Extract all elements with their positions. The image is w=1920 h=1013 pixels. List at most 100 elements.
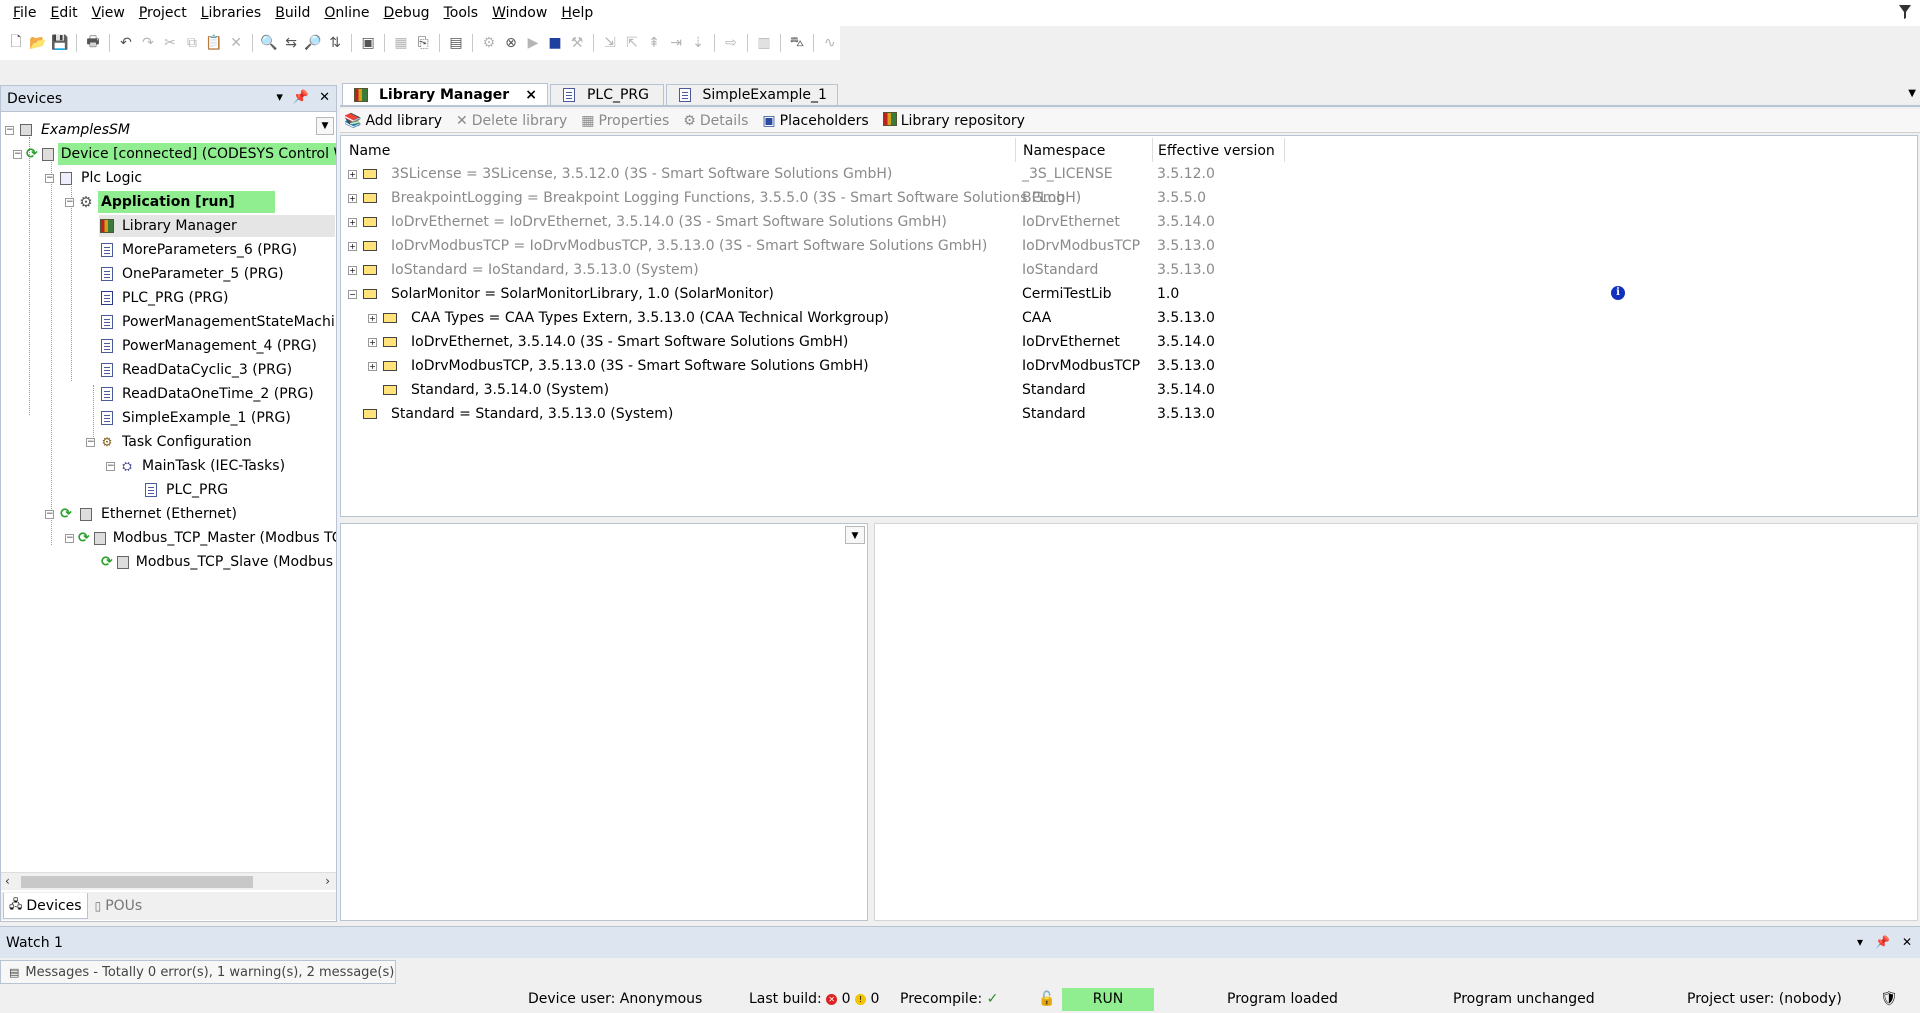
collapse-icon[interactable]: − [65,533,74,543]
copy-icon[interactable]: ⧉ [182,32,202,54]
undo-icon[interactable]: ↶ [116,32,136,54]
tab-pous[interactable]: ▯ POUs [90,896,148,916]
expand-icon[interactable]: + [348,218,357,227]
expand-icon[interactable]: + [368,338,377,347]
menu-view[interactable]: View [85,0,132,26]
login-icon[interactable]: ⚙ [479,32,499,54]
tree-item-pou[interactable]: PowerManagementStateMachine_7 [99,311,336,333]
library-row[interactable]: + IoDrvModbusTCP, 3.5.13.0 (3S - Smart S… [341,354,1917,378]
write-values-icon[interactable]: ▥ [754,32,774,54]
force-values-icon[interactable]: ⛍ [787,32,807,54]
tab-simple-example[interactable]: SimpleExample_1 [665,84,838,105]
library-row[interactable]: + CAA Types = CAA Types Extern, 3.5.13.0… [341,306,1917,330]
save-icon[interactable]: 💾 [50,32,70,54]
delete-library-button[interactable]: ✕ Delete library [456,113,567,129]
placeholders-button[interactable]: ▣ Placeholders [762,113,868,129]
library-row[interactable]: − SolarMonitor = SolarMonitorLibrary, 1.… [341,282,1917,306]
menu-window[interactable]: Window [485,0,554,26]
menu-project[interactable]: Project [132,0,194,26]
tabs-dropdown-icon[interactable]: ▼ [1908,88,1916,99]
open-project-icon[interactable]: 📂 [28,32,48,54]
library-row[interactable]: + IoDrvEthernet, 3.5.14.0 (3S - Smart So… [341,330,1917,354]
tab-plc-prg[interactable]: PLC_PRG [549,84,664,105]
step-into-icon[interactable]: ⇱ [622,32,642,54]
tree-item-task-call[interactable]: PLC_PRG [143,479,231,501]
menu-file[interactable]: File [6,0,43,26]
collapse-icon[interactable]: − [45,173,54,183]
library-row[interactable]: Standard, 3.5.14.0 (System) Standard 3.5… [341,378,1917,402]
grid-icon[interactable]: ▦ [391,32,411,54]
tree-item-modbus-master[interactable]: − ⟳ Modbus_TCP_Master (Modbus TCP [65,527,336,549]
scrollbar-thumb[interactable] [21,876,253,888]
column-header-effective-version[interactable]: Effective version [1158,140,1275,162]
watch-panel-title[interactable]: Watch 1 [6,935,63,951]
tree-item-pou[interactable]: PowerManagement_4 (PRG) [99,335,320,357]
column-separator[interactable] [1284,138,1285,162]
scroll-left-icon[interactable]: ‹ [5,874,10,888]
tree-item-pou[interactable]: MoreParameters_6 (PRG) [99,239,300,261]
library-repository-button[interactable]: Library repository [882,111,1025,130]
expand-icon[interactable]: + [368,362,377,371]
window-icon[interactable]: ▣ [358,32,378,54]
close-icon[interactable]: ✕ [319,90,330,105]
tree-item-pou[interactable]: OneParameter_5 (PRG) [99,263,287,285]
menu-debug[interactable]: Debug [377,0,437,26]
tree-item-pou[interactable]: PLC_PRG (PRG) [99,287,231,309]
tree-item-pou[interactable]: SimpleExample_1 (PRG) [99,407,294,429]
logout-icon[interactable]: ⊗ [501,32,521,54]
insert-icon[interactable]: ⎘ [413,32,433,54]
expand-icon[interactable]: + [348,242,357,251]
expand-icon[interactable]: + [348,194,357,203]
redo-icon[interactable]: ↷ [138,32,158,54]
tree-item-modbus-slave[interactable]: ⟳ Modbus_TCP_Slave (Modbus TC [101,551,336,573]
print-icon[interactable]: 🖶 [83,32,103,54]
add-library-button[interactable]: 📚 Add library [344,113,442,129]
tree-item-device[interactable]: − ⟳ Device [connected] (CODESYS Control … [13,143,336,165]
reset-icon[interactable]: ⚒ [567,32,587,54]
collapse-icon[interactable]: − [106,461,115,471]
horizontal-scrollbar[interactable]: ‹ › [1,872,336,890]
pin-icon[interactable]: 📌 [1875,935,1890,949]
menu-build[interactable]: Build [268,0,317,26]
expand-icon[interactable]: + [348,266,357,275]
tab-library-manager[interactable]: Library Manager × [342,83,548,105]
menu-tools[interactable]: Tools [437,0,486,26]
tree-item-plc-logic[interactable]: − Plc Logic [45,167,145,189]
replace-icon[interactable]: ⇆ [281,32,301,54]
collapse-icon[interactable]: − [86,437,95,447]
column-separator[interactable] [1152,138,1153,162]
find-previous-icon[interactable]: ⇅ [325,32,345,54]
collapse-icon[interactable]: − [348,290,357,299]
properties-button[interactable]: ▦ Properties [581,113,669,129]
lock-icon[interactable]: 🔓 [1038,986,1055,1013]
library-row[interactable]: + IoStandard = IoStandard, 3.5.13.0 (Sys… [341,258,1917,282]
library-row[interactable]: + 3SLicense = 3SLicense, 3.5.12.0 (3S - … [341,162,1917,186]
find-next-icon[interactable]: 🔎 [303,32,323,54]
library-row[interactable]: + BreakpointLogging = Breakpoint Logging… [341,186,1917,210]
details-button[interactable]: ⚙ Details [683,113,748,129]
menu-libraries[interactable]: Libraries [194,0,268,26]
column-header-name[interactable]: Name [349,140,390,162]
collapse-icon[interactable]: − [5,125,14,135]
filter-icon[interactable] [1898,4,1912,20]
unforce-icon[interactable]: ∿ [820,32,840,54]
tree-item-project[interactable]: − ExamplesSM [5,119,325,141]
tree-item-library-manager[interactable]: Library Manager [99,215,335,237]
expand-icon[interactable]: + [368,314,377,323]
tree-dropdown-button[interactable]: ▼ [316,117,334,135]
show-next-statement-icon[interactable]: ⇨ [721,32,741,54]
security-shield-icon[interactable]: 🛡 [1880,986,1898,1013]
scroll-right-icon[interactable]: › [325,874,330,888]
library-row[interactable]: + IoDrvEthernet = IoDrvEthernet, 3.5.14.… [341,210,1917,234]
cut-icon[interactable]: ✂ [160,32,180,54]
collapse-icon[interactable]: − [45,509,54,519]
panel-dropdown-icon[interactable]: ▾ [1857,935,1863,949]
info-icon[interactable]: i [1611,286,1625,300]
close-icon[interactable]: ✕ [1902,935,1912,949]
menu-help[interactable]: Help [554,0,600,26]
expand-icon[interactable]: + [348,170,357,179]
library-row[interactable]: Standard = Standard, 3.5.13.0 (System) S… [341,402,1917,426]
delete-icon[interactable]: ✕ [226,32,246,54]
collapse-icon[interactable]: − [65,197,74,207]
paste-icon[interactable]: 📋 [204,32,224,54]
